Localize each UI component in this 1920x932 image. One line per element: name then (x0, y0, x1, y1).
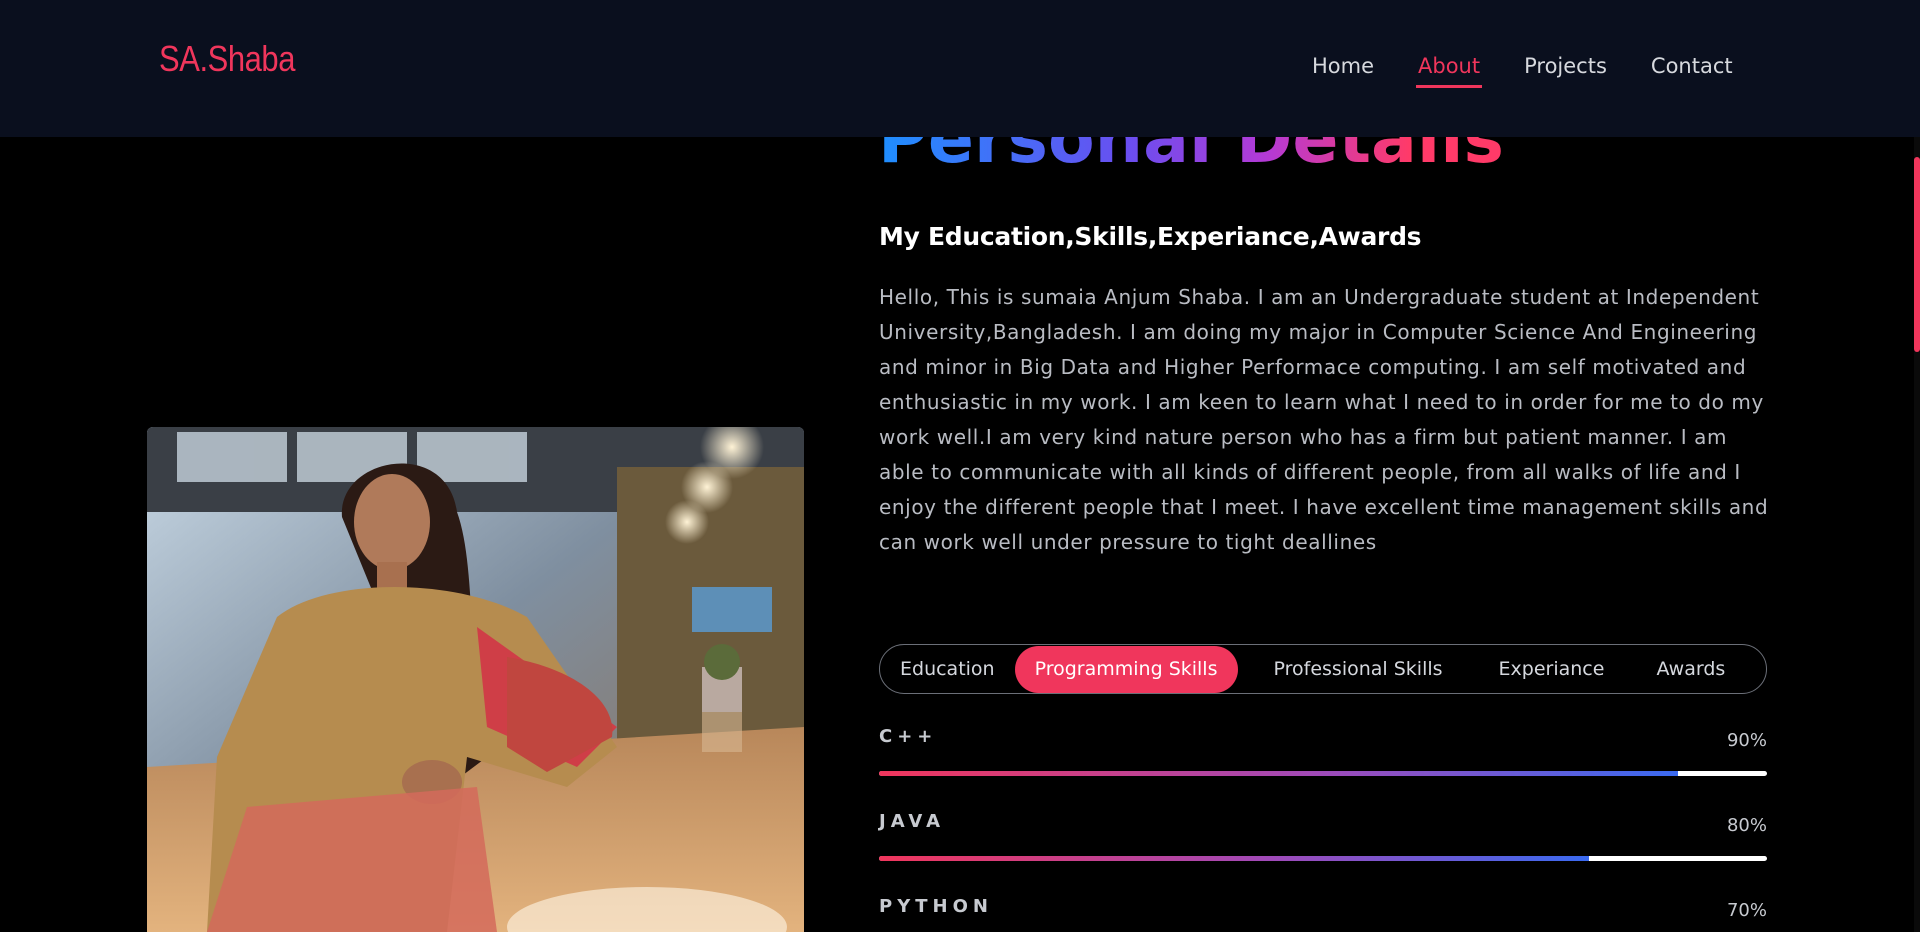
skill-percent: 70% (1726, 900, 1767, 921)
skill-progress-bar (879, 771, 1767, 776)
skill-percent: 90% (1726, 730, 1767, 751)
scrollbar-thumb[interactable] (1914, 157, 1920, 352)
skill-progress-fill (879, 771, 1679, 776)
skill-percent: 80% (1726, 815, 1767, 836)
bio-paragraph: Hello, This is sumaia Anjum Shaba. I am … (879, 285, 1769, 554)
tab-awards[interactable]: Awards (1636, 646, 1745, 693)
nav-link-about[interactable]: About (1416, 50, 1483, 88)
nav-link-home[interactable]: Home (1310, 50, 1376, 88)
skill-name: JAVA (879, 811, 946, 832)
logo[interactable]: SA.Shaba (159, 38, 295, 80)
navbar: SA.Shaba Home About Projects Contact (0, 0, 1920, 137)
tab-programming-skills[interactable]: Programming Skills (1014, 645, 1238, 693)
section-subtitle: My Education,Skills,Experiance,Awards (879, 222, 1422, 251)
skill-progress-fill (879, 856, 1590, 861)
tab-education[interactable]: Education (880, 646, 1015, 693)
skill-progress-bar (879, 856, 1767, 861)
profile-photo (147, 427, 804, 932)
nav-link-projects[interactable]: Projects (1522, 50, 1609, 88)
nav-links: Home About Projects Contact (1310, 50, 1775, 88)
nav-link-contact[interactable]: Contact (1649, 50, 1735, 88)
skill-name: PYTHON (879, 896, 993, 917)
tab-professional-skills[interactable]: Professional Skills (1254, 646, 1463, 693)
tab-experiance[interactable]: Experiance (1479, 646, 1625, 693)
skills-tab-bar: Education Programming Skills Professiona… (879, 644, 1767, 694)
skill-name: C++ (879, 726, 938, 747)
